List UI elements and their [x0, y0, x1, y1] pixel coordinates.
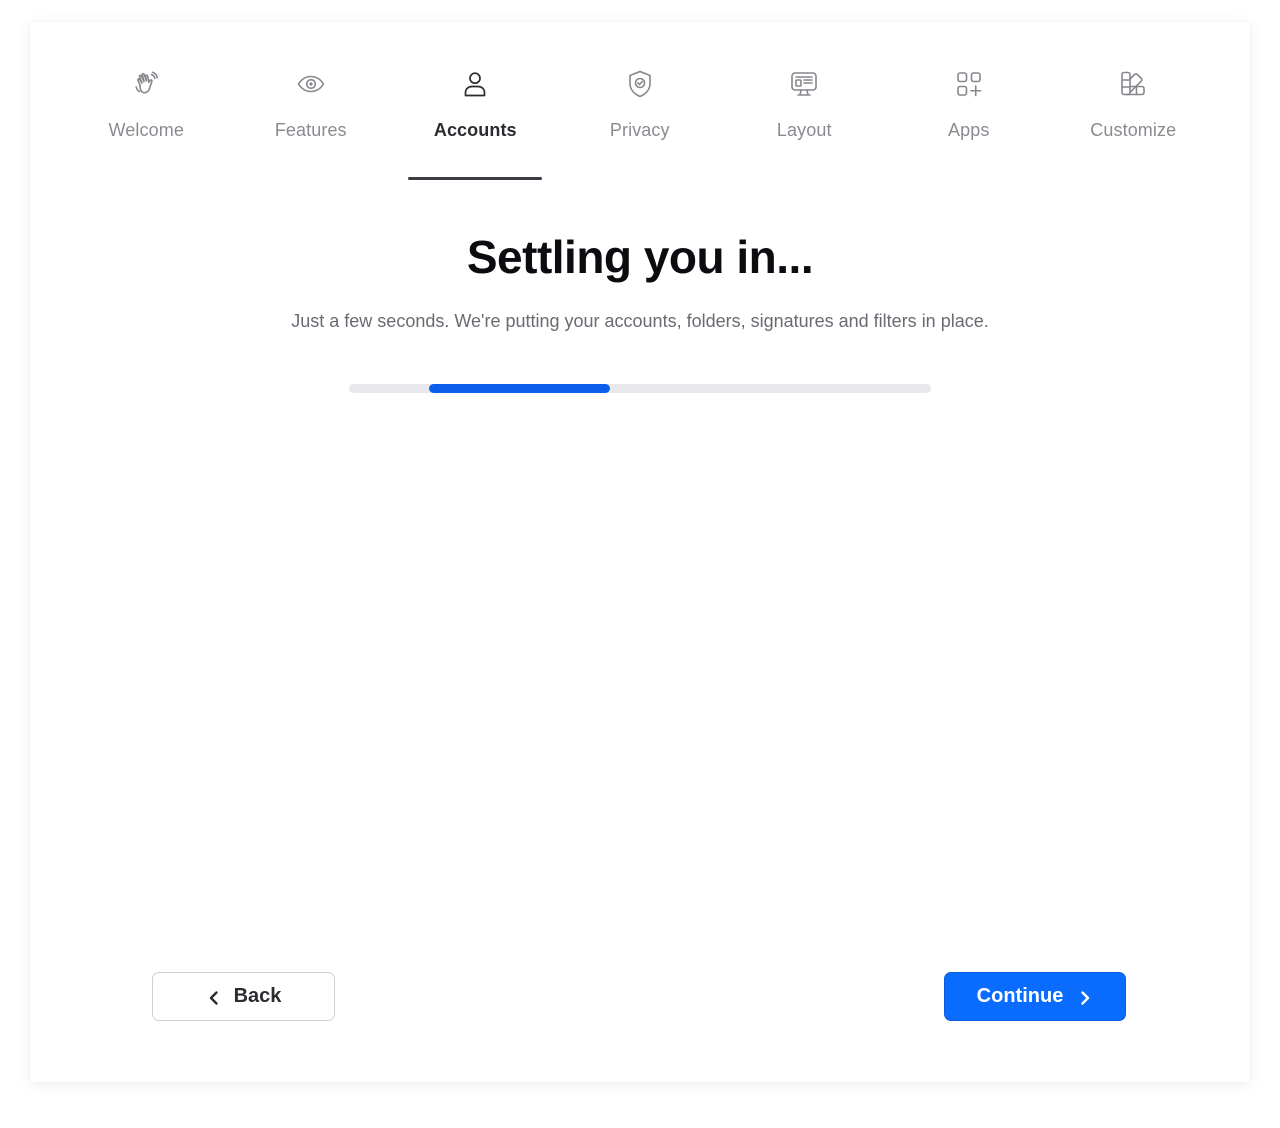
progress-bar	[349, 384, 931, 393]
tab-label: Customize	[1090, 120, 1177, 140]
layout-window-icon	[788, 68, 820, 100]
tab-label: Features	[274, 120, 347, 140]
apps-grid-plus-icon	[953, 68, 985, 100]
page-subtitle: Just a few seconds. We're putting your a…	[291, 311, 989, 331]
tab-accounts[interactable]: Accounts	[393, 66, 558, 180]
tab-customize[interactable]: Customize	[1051, 66, 1216, 180]
tab-privacy[interactable]: Privacy	[558, 66, 723, 180]
tab-label: Layout	[776, 120, 832, 140]
shield-check-icon	[624, 68, 656, 100]
wave-hand-icon	[130, 68, 162, 100]
tab-label: Privacy	[609, 120, 670, 140]
palette-swatch-icon	[1117, 68, 1149, 100]
tab-label: Accounts	[433, 120, 517, 140]
tab-label: Apps	[948, 120, 990, 140]
onboarding-window: Welcome Features Accounts Privacy Layout…	[30, 22, 1250, 1082]
tab-features[interactable]: Features	[229, 66, 394, 180]
eye-icon	[295, 68, 327, 100]
tab-apps[interactable]: Apps	[887, 66, 1052, 180]
tab-welcome[interactable]: Welcome	[64, 66, 229, 180]
tab-label: Welcome	[108, 120, 184, 140]
progress-bar-fill	[429, 384, 610, 393]
tab-layout[interactable]: Layout	[722, 66, 887, 180]
chevron-left-icon	[206, 989, 222, 1005]
back-button[interactable]: Back	[152, 972, 335, 1021]
continue-button[interactable]: Continue	[944, 972, 1126, 1021]
onboarding-steps-nav: Welcome Features Accounts Privacy Layout…	[64, 66, 1216, 180]
active-tab-indicator	[408, 177, 543, 180]
back-button-label: Back	[233, 985, 282, 1007]
page-title: Settling you in...	[466, 231, 814, 283]
continue-button-label: Continue	[976, 985, 1064, 1007]
chevron-right-icon	[1077, 989, 1093, 1005]
user-icon	[459, 68, 491, 100]
